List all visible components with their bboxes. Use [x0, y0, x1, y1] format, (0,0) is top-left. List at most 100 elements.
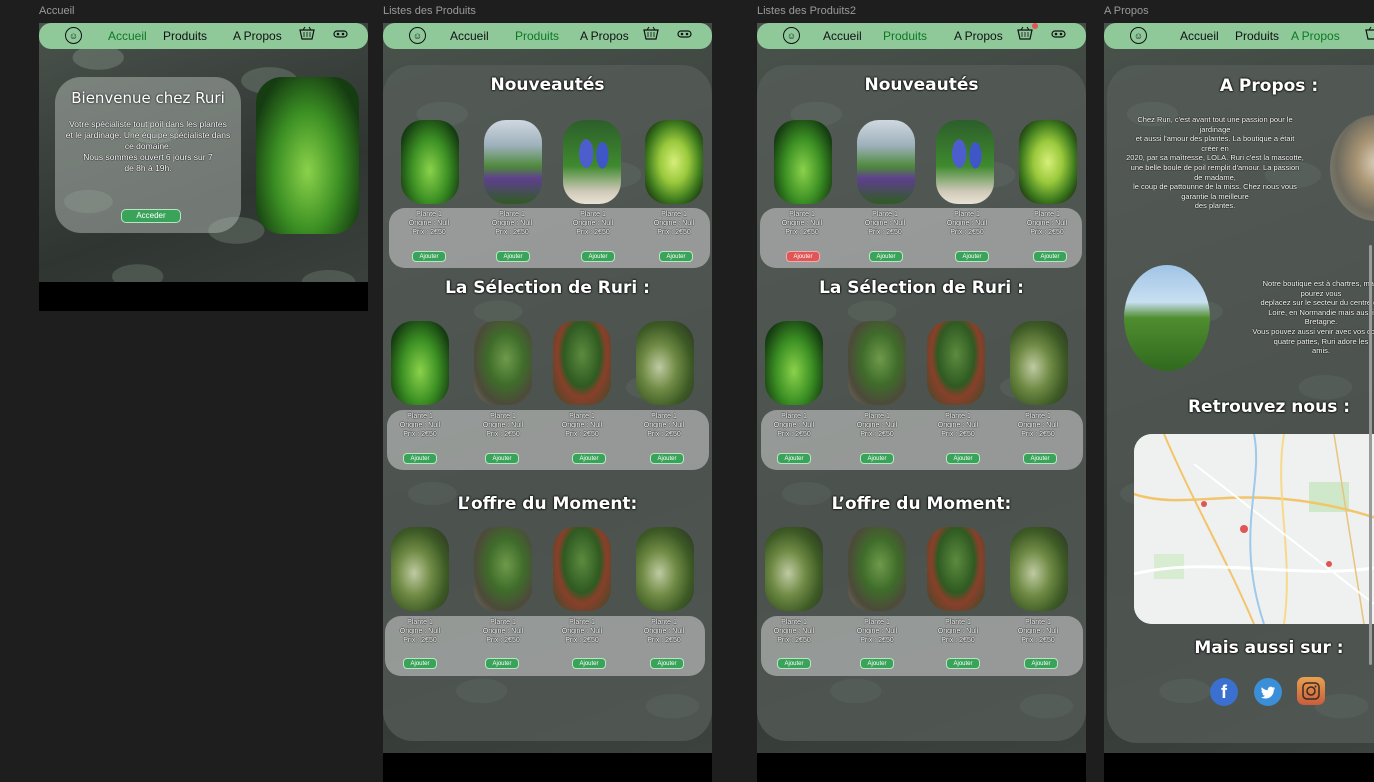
nav-produits[interactable]: Produits [163, 29, 207, 43]
nav-bar: ☺ Accueil Produits A Propos [383, 23, 712, 49]
also-on-title: Mais aussi sur : [1194, 638, 1344, 658]
add-to-cart-button[interactable]: Ajouter [496, 251, 530, 262]
product-image[interactable] [857, 120, 915, 204]
section-title-offer: L’offre du Moment: [457, 494, 638, 514]
logo-icon[interactable]: ☺ [65, 27, 82, 44]
product-image[interactable] [765, 321, 823, 405]
welcome-title: Bienvenue chez Ruri [71, 89, 225, 107]
add-to-cart-button[interactable]: Ajouter [650, 658, 684, 669]
add-to-cart-button-active[interactable]: Ajouter [786, 251, 820, 262]
twitter-icon[interactable] [1254, 678, 1282, 706]
sofa-icon[interactable] [333, 28, 349, 42]
product-info: Plante 1 Origine : Null Prix : 2€50 [946, 211, 988, 236]
add-to-cart-button[interactable]: Ajouter [1033, 251, 1067, 262]
facebook-icon[interactable]: f [1210, 678, 1238, 706]
add-to-cart-button[interactable]: Ajouter [860, 453, 894, 464]
cart-icon[interactable] [1365, 26, 1374, 42]
product-image[interactable] [391, 321, 449, 405]
add-to-cart-button[interactable]: Ajouter [650, 453, 684, 464]
add-to-cart-button[interactable]: Ajouter [412, 251, 446, 262]
nav-apropos[interactable]: A Propos [580, 29, 629, 43]
cart-badge [1032, 23, 1038, 29]
add-to-cart-button[interactable]: Ajouter [946, 453, 980, 464]
add-to-cart-button[interactable]: Ajouter [659, 251, 693, 262]
section-title-offer: L’offre du Moment: [831, 494, 1012, 514]
frame-label-produits: Listes des Produits [383, 5, 476, 17]
product-image[interactable] [484, 120, 542, 204]
product-image[interactable] [1010, 527, 1068, 611]
add-to-cart-button[interactable]: Ajouter [955, 251, 989, 262]
logo-icon[interactable]: ☺ [783, 27, 800, 44]
product-info: Plante 1 Origine : Null Prix : 2€50 [1017, 413, 1059, 438]
instagram-icon[interactable] [1297, 677, 1325, 705]
product-info: Plante 1 Origine : Null Prix : 2€50 [643, 413, 685, 438]
nav-accueil[interactable]: Accueil [1180, 29, 1219, 43]
sofa-icon[interactable] [1051, 28, 1067, 42]
add-to-cart-button[interactable]: Ajouter [403, 453, 437, 464]
product-info: Plante 1 Origine : Null Prix : 2€50 [937, 619, 979, 644]
product-image[interactable] [927, 321, 985, 405]
product-info: Plante 1 Origine : Null Prix : 2€50 [643, 619, 685, 644]
sofa-icon[interactable] [677, 28, 693, 42]
cart-icon[interactable] [299, 26, 317, 42]
product-info: Plante 1 Origine : Null Prix : 2€50 [1017, 619, 1059, 644]
product-image[interactable] [636, 527, 694, 611]
product-image[interactable] [765, 527, 823, 611]
nav-accueil[interactable]: Accueil [108, 29, 147, 43]
product-image[interactable] [553, 527, 611, 611]
product-info: Plante 1 Origine : Null Prix : 2€50 [482, 413, 524, 438]
product-image[interactable] [848, 321, 906, 405]
product-image[interactable] [401, 120, 459, 204]
accueil-frame: ☺ Accueil Produits A Propos Bienvenue ch… [39, 23, 368, 311]
product-image[interactable] [563, 120, 621, 204]
product-info: Plante 1 Origine : Null Prix : 2€50 [561, 413, 603, 438]
product-image[interactable] [936, 120, 994, 204]
nav-apropos[interactable]: A Propos [233, 29, 282, 43]
add-to-cart-button[interactable]: Ajouter [485, 658, 519, 669]
section-title-selection: La Sélection de Ruri : [819, 278, 1024, 298]
nav-apropos[interactable]: A Propos [954, 29, 1003, 43]
nav-produits[interactable]: Produits [515, 29, 559, 43]
acceder-button[interactable]: Acceder [121, 209, 181, 223]
add-to-cart-button[interactable]: Ajouter [572, 658, 606, 669]
cart-icon[interactable] [1017, 23, 1038, 42]
add-to-cart-button[interactable]: Ajouter [869, 251, 903, 262]
cart-icon[interactable] [643, 26, 661, 42]
product-image[interactable] [1019, 120, 1077, 204]
product-info: Plante 1 Origine : Null Prix : 2€50 [781, 211, 823, 236]
product-image[interactable] [474, 527, 532, 611]
add-to-cart-button[interactable]: Ajouter [777, 453, 811, 464]
product-image[interactable] [848, 527, 906, 611]
product-info: Plante 1 Origine : Null Prix : 2€50 [653, 211, 695, 236]
hero-plant-image [256, 77, 359, 234]
add-to-cart-button[interactable]: Ajouter [403, 658, 437, 669]
add-to-cart-button[interactable]: Ajouter [581, 251, 615, 262]
nav-produits[interactable]: Produits [883, 29, 927, 43]
nav-apropos[interactable]: A Propos [1291, 29, 1340, 43]
scrollbar[interactable] [1369, 245, 1372, 665]
add-to-cart-button[interactable]: Ajouter [860, 658, 894, 669]
map[interactable] [1134, 434, 1374, 624]
logo-icon[interactable]: ☺ [1130, 27, 1147, 44]
logo-icon[interactable]: ☺ [409, 27, 426, 44]
add-to-cart-button[interactable]: Ajouter [946, 658, 980, 669]
product-image[interactable] [1010, 321, 1068, 405]
product-image[interactable] [553, 321, 611, 405]
nav-bar: ☺ Accueil Produits A Propos [757, 23, 1086, 49]
product-image[interactable] [645, 120, 703, 204]
add-to-cart-button[interactable]: Ajouter [1023, 453, 1057, 464]
product-image[interactable] [927, 527, 985, 611]
product-image[interactable] [391, 527, 449, 611]
product-image[interactable] [474, 321, 532, 405]
product-info: Plante 1 Origine : Null Prix : 2€50 [1026, 211, 1068, 236]
add-to-cart-button[interactable]: Ajouter [777, 658, 811, 669]
nav-accueil[interactable]: Accueil [450, 29, 489, 43]
add-to-cart-button[interactable]: Ajouter [485, 453, 519, 464]
product-image[interactable] [636, 321, 694, 405]
nav-produits[interactable]: Produits [1235, 29, 1279, 43]
add-to-cart-button[interactable]: Ajouter [1024, 658, 1058, 669]
bottom-bar [383, 753, 712, 782]
add-to-cart-button[interactable]: Ajouter [572, 453, 606, 464]
nav-accueil[interactable]: Accueil [823, 29, 862, 43]
product-image[interactable] [774, 120, 832, 204]
